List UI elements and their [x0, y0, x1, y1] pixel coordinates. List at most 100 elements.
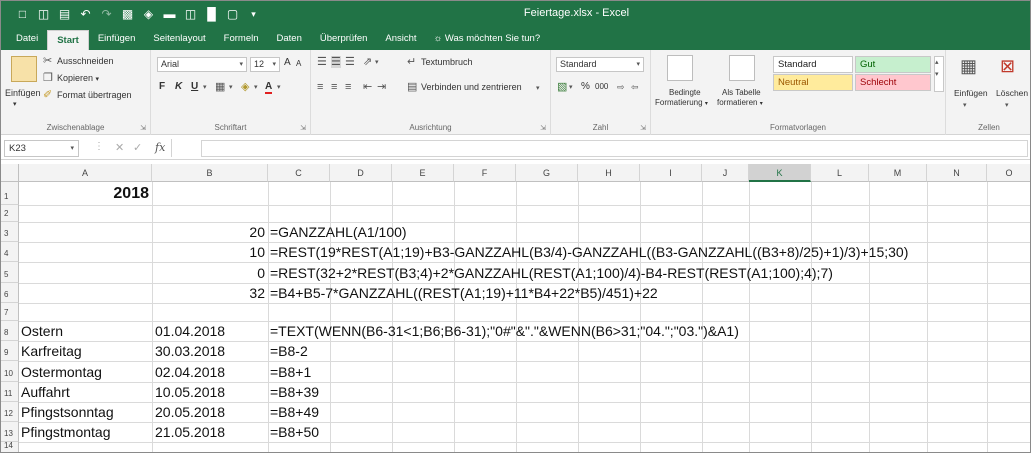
font-name-select[interactable]: Arial ▾: [157, 57, 247, 72]
select-all-corner[interactable]: [1, 164, 19, 182]
style-standard[interactable]: Standard: [773, 56, 853, 73]
clipboard-launcher-icon[interactable]: ⇲: [140, 124, 146, 132]
cell-c11[interactable]: =B8+39: [270, 383, 319, 402]
font-color-dropdown-icon[interactable]: ▾: [277, 82, 281, 94]
row-header-4[interactable]: 4: [1, 242, 19, 262]
style-gut[interactable]: Gut: [855, 56, 931, 73]
number-launcher-icon[interactable]: ⇲: [640, 124, 646, 132]
align-center-icon[interactable]: ≡: [331, 81, 337, 93]
cell-a9[interactable]: Karfreitag: [21, 342, 82, 361]
cell-c12[interactable]: =B8+49: [270, 403, 319, 422]
cell-a12[interactable]: Pfingstsonntag: [21, 403, 114, 422]
underline-button[interactable]: U: [191, 81, 198, 92]
delete-cells-button[interactable]: Löschen: [996, 88, 1028, 98]
column-header-j[interactable]: J: [702, 164, 749, 182]
underline-dropdown-icon[interactable]: ▾: [203, 82, 207, 94]
bold-button[interactable]: F: [159, 81, 165, 92]
row-header-6[interactable]: 6: [1, 283, 19, 303]
percent-button[interactable]: %: [581, 81, 590, 92]
format-painter-icon[interactable]: ✐: [43, 89, 52, 101]
wrap-text-button[interactable]: Textumbruch: [421, 57, 473, 67]
copy-icon[interactable]: ❐: [43, 72, 53, 84]
merge-dropdown-icon[interactable]: ▾: [536, 83, 540, 95]
insert-cells-icon[interactable]: ▦: [960, 56, 977, 76]
name-box[interactable]: K23 ▾: [4, 140, 79, 157]
column-header-o[interactable]: O: [987, 164, 1030, 182]
column-header-b[interactable]: B: [152, 164, 268, 182]
currency-icon[interactable]: ▧: [557, 81, 567, 93]
styles-gallery-scroll[interactable]: ▴ ▾: [934, 56, 944, 92]
column-header-i[interactable]: I: [640, 164, 702, 182]
cut-button[interactable]: Ausschneiden: [57, 56, 114, 66]
insert-function-button[interactable]: fx: [155, 141, 165, 154]
borders-icon[interactable]: ▦: [215, 81, 225, 93]
delete-cells-icon[interactable]: ⊠: [1000, 56, 1015, 76]
insert-dropdown-icon[interactable]: ▾: [963, 100, 967, 112]
decrease-decimal-icon[interactable]: ⇦: [631, 81, 639, 93]
cell-b13[interactable]: 21.05.2018: [155, 423, 225, 442]
column-header-h[interactable]: H: [578, 164, 640, 182]
align-top-icon[interactable]: ☰: [317, 56, 327, 68]
increase-decimal-icon[interactable]: ⇨: [617, 81, 625, 93]
font-color-icon[interactable]: A: [265, 81, 273, 94]
column-header-e[interactable]: E: [392, 164, 454, 182]
format-painter-button[interactable]: Format übertragen: [57, 90, 132, 100]
cell-a11[interactable]: Auffahrt: [21, 383, 70, 402]
cancel-icon[interactable]: ✕: [115, 141, 124, 154]
paste-button[interactable]: Einfügen: [5, 88, 41, 98]
cell-c4[interactable]: =REST(19*REST(A1;19)+B3-GANZZAHL(B3/4)-G…: [270, 243, 908, 262]
cell-b3[interactable]: 20: [152, 223, 265, 242]
paste-icon[interactable]: [11, 56, 37, 82]
tell-me-box[interactable]: ☼ Was möchten Sie tun?: [426, 28, 549, 50]
row-header-10[interactable]: 10: [1, 361, 19, 382]
cell-c5[interactable]: =REST(32+2*REST(B3;4)+2*GANZZAHL(REST(A1…: [270, 264, 833, 283]
align-bottom-icon[interactable]: ☰: [345, 56, 355, 68]
row-header-14[interactable]: 14: [1, 442, 19, 452]
tab-seitenlayout[interactable]: Seitenlayout: [144, 28, 214, 50]
paste-dropdown-icon[interactable]: ▾: [13, 100, 17, 108]
style-neutral[interactable]: Neutral: [773, 74, 853, 91]
column-header-a[interactable]: A: [19, 164, 152, 182]
merge-center-icon[interactable]: ▤: [407, 81, 417, 93]
column-header-d[interactable]: D: [330, 164, 392, 182]
row-header-9[interactable]: 9: [1, 341, 19, 361]
cell-c6[interactable]: =B4+B5-7*GANZZAHL((REST(A1;19)+11*B4+22*…: [270, 284, 658, 303]
fill-color-dropdown-icon[interactable]: ▾: [254, 82, 258, 94]
column-header-n[interactable]: N: [927, 164, 987, 182]
row-header-5[interactable]: 5: [1, 262, 19, 283]
column-header-g[interactable]: G: [516, 164, 578, 182]
cell-a13[interactable]: Pfingstmontag: [21, 423, 111, 442]
thousands-button[interactable]: 000: [595, 82, 608, 91]
tab-ansicht[interactable]: Ansicht: [376, 28, 425, 50]
cell-a8[interactable]: Ostern: [21, 322, 63, 341]
style-schlecht[interactable]: Schlecht: [855, 74, 931, 91]
shrink-font-button[interactable]: A: [296, 59, 301, 68]
tab-einfuegen[interactable]: Einfügen: [89, 28, 145, 50]
cell-b11[interactable]: 10.05.2018: [155, 383, 225, 402]
borders-dropdown-icon[interactable]: ▾: [229, 82, 233, 94]
cell-c8[interactable]: =TEXT(WENN(B6-31<1;B6;B6-31);"0#"&"."&WE…: [270, 322, 739, 341]
column-header-k[interactable]: K: [749, 164, 811, 182]
column-header-m[interactable]: M: [869, 164, 927, 182]
worksheet-grid[interactable]: A B C D E F G H I J K L M N O 1 2 3 4 5 …: [1, 164, 1030, 452]
italic-button[interactable]: K: [175, 81, 182, 92]
cell-c3[interactable]: =GANZZAHL(A1/100): [270, 223, 407, 242]
format-as-table-icon[interactable]: [729, 55, 755, 81]
align-middle-icon[interactable]: ☰: [331, 56, 341, 68]
insert-cells-button[interactable]: Einfügen: [954, 88, 988, 98]
cell-b5[interactable]: 0: [152, 264, 265, 283]
row-header-3[interactable]: 3: [1, 222, 19, 242]
column-header-f[interactable]: F: [454, 164, 516, 182]
row-header-8[interactable]: 8: [1, 321, 19, 341]
row-header-1[interactable]: 1: [1, 182, 19, 205]
tab-formeln[interactable]: Formeln: [215, 28, 268, 50]
cell-b12[interactable]: 20.05.2018: [155, 403, 225, 422]
tab-datei[interactable]: Datei: [7, 28, 47, 50]
row-header-7[interactable]: 7: [1, 303, 19, 321]
cell-c10[interactable]: =B8+1: [270, 363, 311, 382]
grow-font-button[interactable]: A: [284, 57, 291, 68]
orientation-dropdown-icon[interactable]: ▾: [375, 57, 379, 69]
fill-color-icon[interactable]: ◈: [241, 81, 249, 93]
delete-dropdown-icon[interactable]: ▾: [1005, 100, 1009, 112]
cell-c9[interactable]: =B8-2: [270, 342, 308, 361]
